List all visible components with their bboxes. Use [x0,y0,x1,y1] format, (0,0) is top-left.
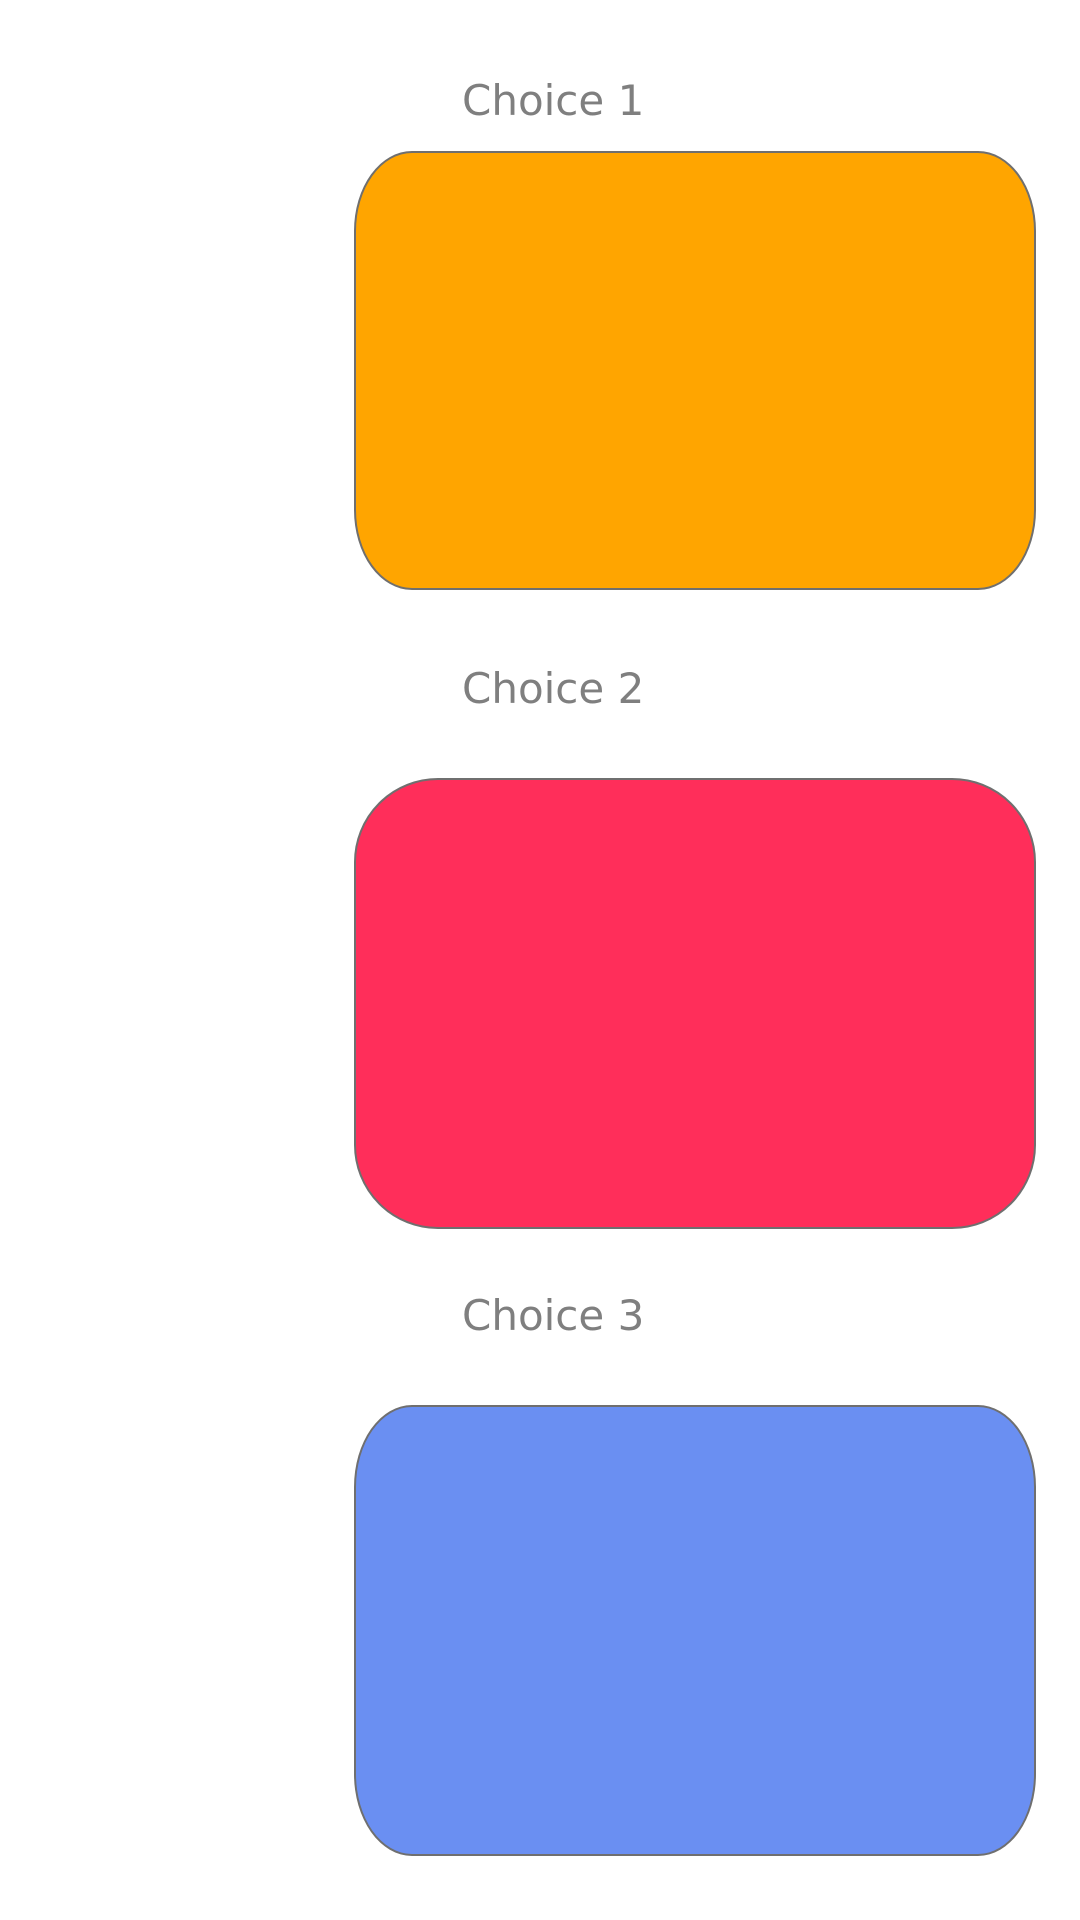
choice-3-label: Choice 3 [462,1291,645,1340]
choice-1-card[interactable] [354,151,1036,590]
choice-2-card[interactable] [354,778,1036,1229]
choice-2-label: Choice 2 [462,664,645,713]
choice-1-label: Choice 1 [462,76,645,125]
choice-3-card[interactable] [354,1405,1036,1856]
